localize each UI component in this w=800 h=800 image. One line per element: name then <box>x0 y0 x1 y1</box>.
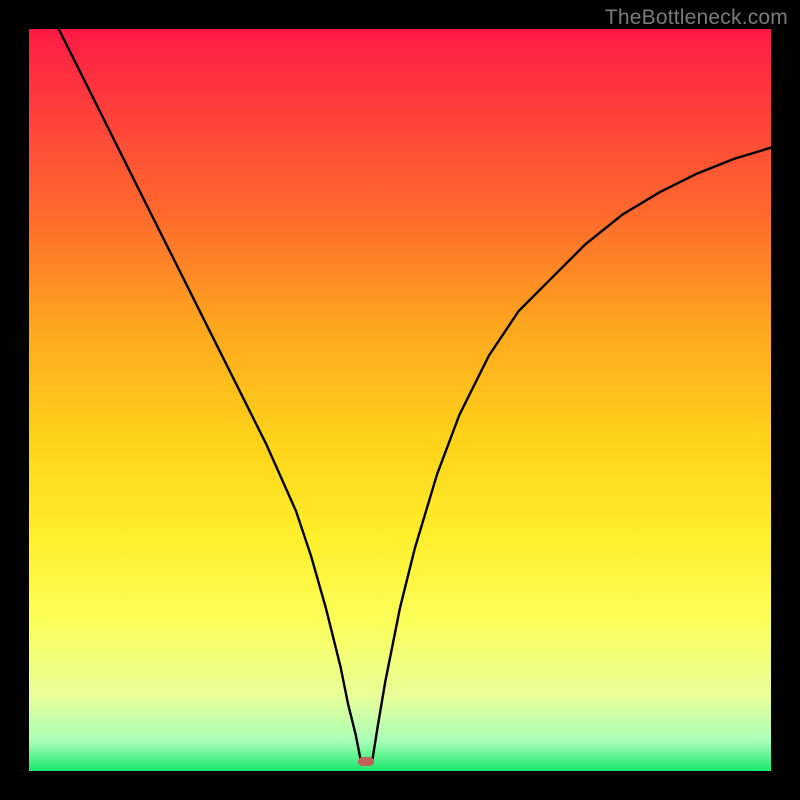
watermark-text: TheBottleneck.com <box>605 6 788 30</box>
curve-layer <box>29 29 771 771</box>
bottleneck-marker <box>358 757 374 766</box>
curve-right-path <box>372 148 771 764</box>
curve-left-path <box>59 29 362 764</box>
